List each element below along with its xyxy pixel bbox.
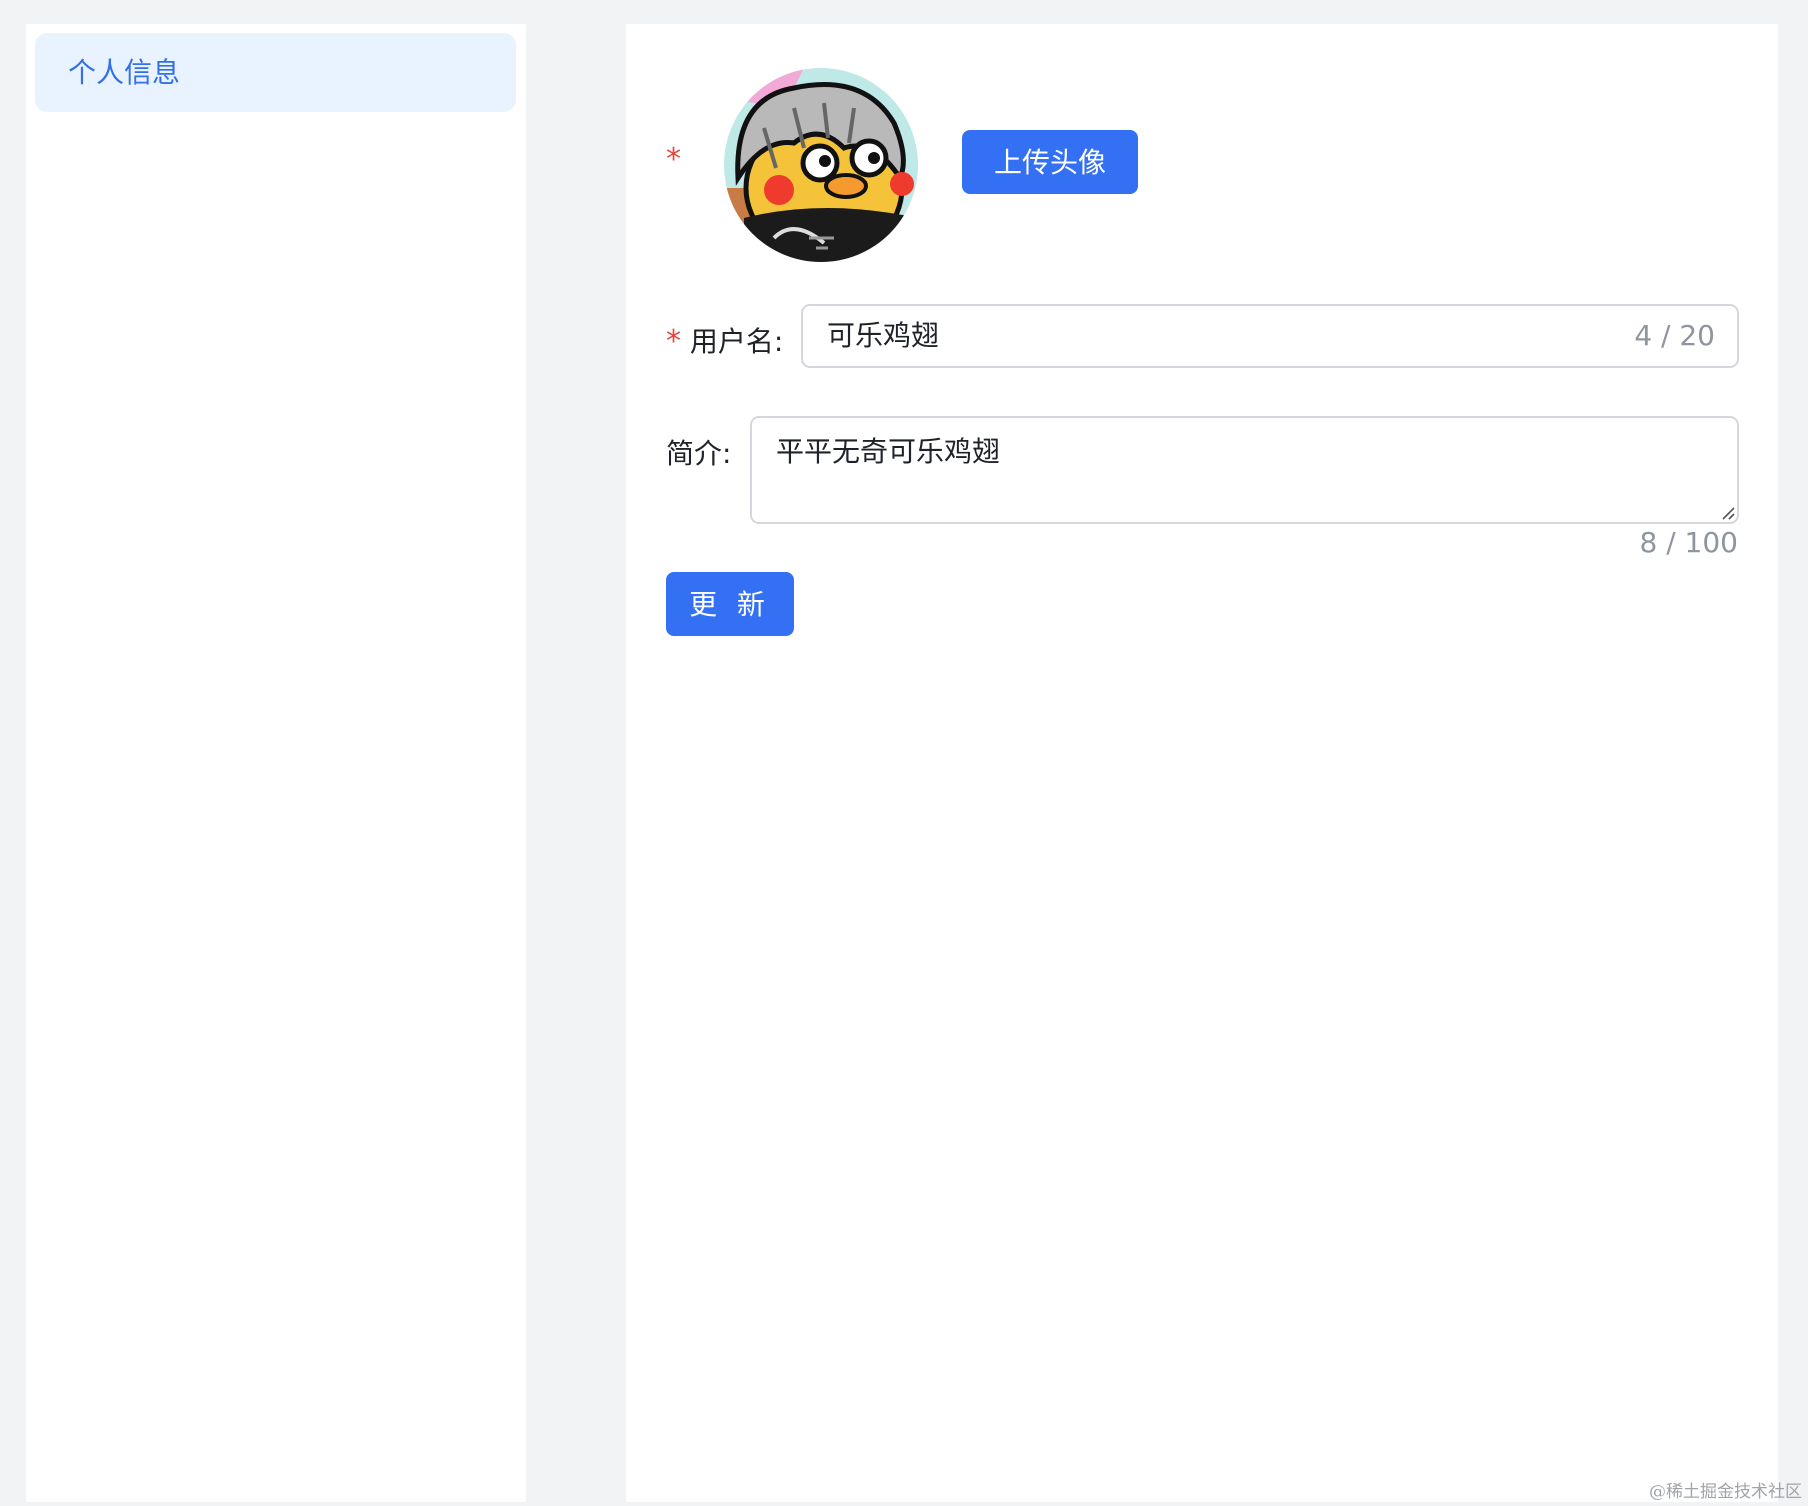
sidebar-item-label: 个人信息 [68,56,181,89]
sidebar: 个人信息 [26,24,526,1502]
username-input[interactable]: 可乐鸡翅 4 / 20 [801,304,1739,368]
username-label: * 用户名: [666,320,783,360]
username-value: 可乐鸡翅 [827,319,940,352]
bio-value: 平平无奇可乐鸡翅 [776,435,1001,468]
resize-handle-icon[interactable] [1719,504,1735,520]
avatar-image [724,68,918,262]
update-button[interactable]: 更 新 [666,572,794,636]
avatar-required-mark: * [666,142,681,177]
bio-label: 简介: [666,437,732,470]
profile-form: * 上传头像 * 用户名: 可乐鸡翅 4 / 20 简介: 平平无奇可乐鸡翅 8… [626,24,1778,1502]
bio-textarea[interactable]: 平平无奇可乐鸡翅 [750,416,1739,524]
bio-char-count: 8 / 100 [1639,526,1739,559]
username-char-count: 4 / 20 [1634,319,1715,352]
upload-avatar-button[interactable]: 上传头像 [962,130,1138,194]
avatar[interactable] [724,68,918,262]
sidebar-item-profile[interactable]: 个人信息 [35,33,516,112]
username-label-text: 用户名: [689,325,784,358]
username-required-mark: * [666,324,681,359]
watermark: @稀土掘金技术社区 [1649,1482,1802,1502]
